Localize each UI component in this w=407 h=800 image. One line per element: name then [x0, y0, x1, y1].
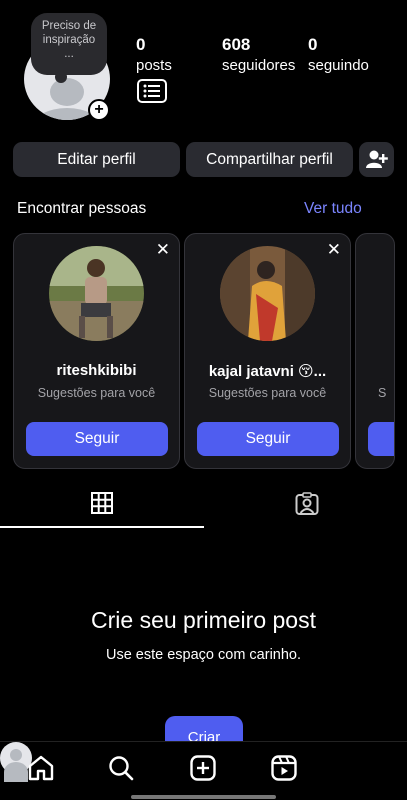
grid-icon [91, 492, 113, 514]
followers-stat[interactable]: 608 seguidores [222, 34, 295, 76]
suggestion-subtitle: Sugestões para você [208, 386, 327, 400]
posts-stat[interactable]: 0 posts [136, 34, 172, 76]
suggestion-card-partial[interactable]: S [355, 233, 395, 469]
tab-posts-grid[interactable] [0, 486, 204, 528]
follow-button[interactable] [368, 422, 394, 456]
following-label: seguindo [308, 57, 369, 74]
search-icon[interactable] [107, 754, 137, 784]
edit-profile-button[interactable]: Editar perfil [13, 142, 180, 177]
see-all-link[interactable]: Ver tudo [304, 200, 362, 218]
home-icon[interactable] [27, 754, 57, 784]
find-people-title: Encontrar pessoas [17, 200, 147, 217]
suggestion-card[interactable]: ✕ kajal jatavni 😚... Sugestões para você… [184, 233, 351, 469]
list-menu-icon[interactable] [137, 79, 167, 103]
tagged-person-icon [295, 492, 319, 515]
suggestion-photo[interactable] [220, 246, 315, 341]
note-line1: Preciso de [41, 20, 97, 32]
empty-state-subtitle: Use este espaço com carinho. [105, 647, 302, 663]
add-post-icon[interactable] [189, 754, 219, 784]
follow-button[interactable]: Seguir [197, 422, 339, 456]
suggestion-subtitle: S [378, 386, 387, 400]
close-icon[interactable]: ✕ [327, 240, 341, 260]
home-indicator [131, 795, 276, 799]
share-profile-button[interactable]: Compartilhar perfil [186, 142, 353, 177]
suggestion-card[interactable]: ✕ riteshkibibi Sugestões para você Segui… [13, 233, 180, 469]
bottom-navigation [0, 741, 407, 800]
empty-state-title: Crie seu primeiro post [91, 607, 316, 633]
posts-label: posts [136, 57, 172, 74]
suggestion-name[interactable]: riteshkibibi [14, 362, 179, 379]
suggestion-photo[interactable] [49, 246, 144, 341]
note-line2: inspiração [42, 34, 96, 46]
suggestion-name[interactable]: kajal jatavni 😚... [185, 362, 350, 380]
posts-count: 0 [136, 35, 146, 54]
note-bubble[interactable]: Preciso de inspiração ... [31, 13, 107, 83]
add-user-icon [365, 150, 388, 168]
reels-icon[interactable] [270, 754, 300, 784]
add-story-icon[interactable]: + [88, 99, 110, 121]
discover-people-button[interactable] [359, 142, 394, 177]
following-stat[interactable]: 0 seguindo [308, 34, 369, 76]
followers-count: 608 [222, 35, 251, 54]
close-icon[interactable]: ✕ [156, 240, 170, 260]
note-dots: ... [64, 48, 74, 60]
follow-button[interactable]: Seguir [26, 422, 168, 456]
suggestion-subtitle: Sugestões para você [37, 386, 156, 400]
following-count: 0 [308, 35, 318, 54]
tab-tagged[interactable] [204, 486, 407, 528]
followers-label: seguidores [222, 57, 296, 74]
